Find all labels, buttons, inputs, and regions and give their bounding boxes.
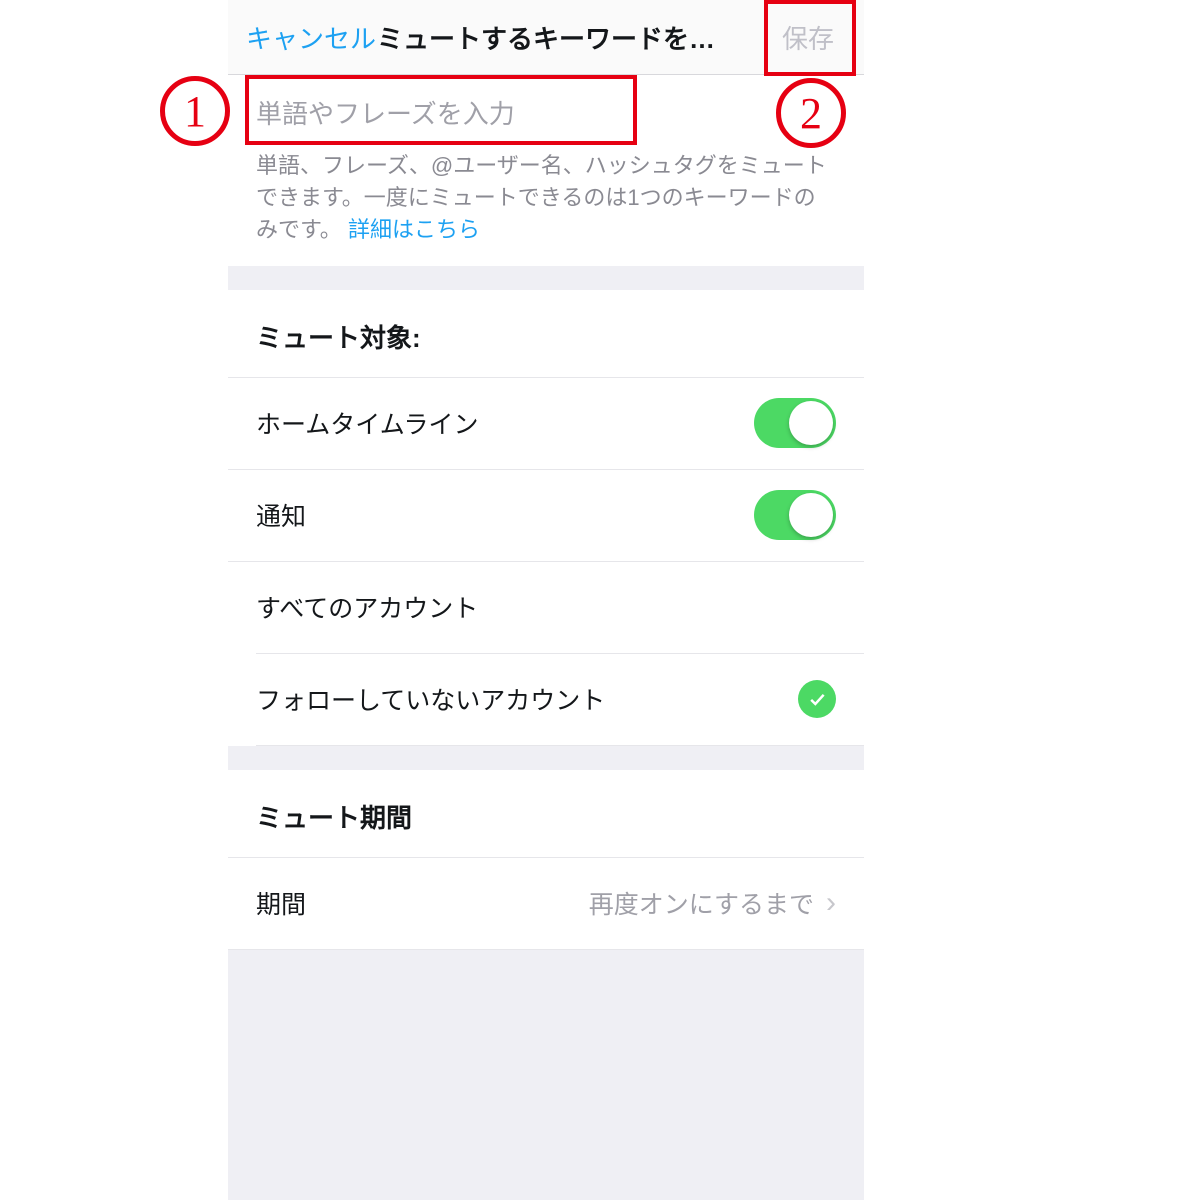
mute-from-header: ミュート対象: — [228, 290, 864, 378]
cancel-button[interactable]: キャンセル — [246, 19, 376, 56]
not-following-row[interactable]: フォローしていないアカウント — [256, 654, 864, 746]
not-following-label: フォローしていないアカウント — [256, 681, 605, 717]
duration-label: 期間 — [256, 885, 306, 921]
chevron-right-icon: › — [826, 886, 836, 920]
annotation-circle-1: 1 — [160, 76, 230, 146]
navbar: キャンセル ミュートするキーワードを… 保存 — [228, 0, 864, 75]
save-button[interactable]: 保存 — [770, 13, 846, 62]
duration-value: 再度オンにするまで — [589, 885, 814, 921]
mute-duration-header: ミュート期間 — [228, 770, 864, 858]
keyword-input[interactable] — [256, 99, 836, 130]
mute-duration-list: 期間 再度オンにするまで › — [228, 858, 864, 950]
home-timeline-label: ホームタイムライン — [256, 405, 479, 441]
mute-from-list: ホームタイムライン 通知 すべてのアカウント フォローしていないアカウント — [228, 378, 864, 746]
checkmark-icon — [798, 680, 836, 718]
page-title: ミュートするキーワードを… — [377, 19, 715, 56]
learn-more-link[interactable]: 詳細はこちら — [348, 217, 480, 242]
all-accounts-row[interactable]: すべてのアカウント — [256, 562, 864, 654]
all-accounts-label: すべてのアカウント — [256, 589, 478, 625]
annotation-circle-2: 2 — [776, 78, 846, 148]
duration-row[interactable]: 期間 再度オンにするまで › — [228, 858, 864, 950]
notifications-toggle[interactable] — [754, 490, 836, 540]
home-timeline-row[interactable]: ホームタイムライン — [228, 378, 864, 470]
input-help-text: 単語、フレーズ、@ユーザー名、ハッシュタグをミュートできます。一度にミュートでき… — [228, 144, 864, 266]
home-timeline-toggle[interactable] — [754, 398, 836, 448]
notifications-row[interactable]: 通知 — [228, 470, 864, 562]
keyword-input-section: 単語、フレーズ、@ユーザー名、ハッシュタグをミュートできます。一度にミュートでき… — [228, 75, 864, 266]
notifications-label: 通知 — [256, 497, 306, 533]
help-text: 単語、フレーズ、@ユーザー名、ハッシュタグをミュートできます。一度にミュートでき… — [256, 153, 827, 242]
